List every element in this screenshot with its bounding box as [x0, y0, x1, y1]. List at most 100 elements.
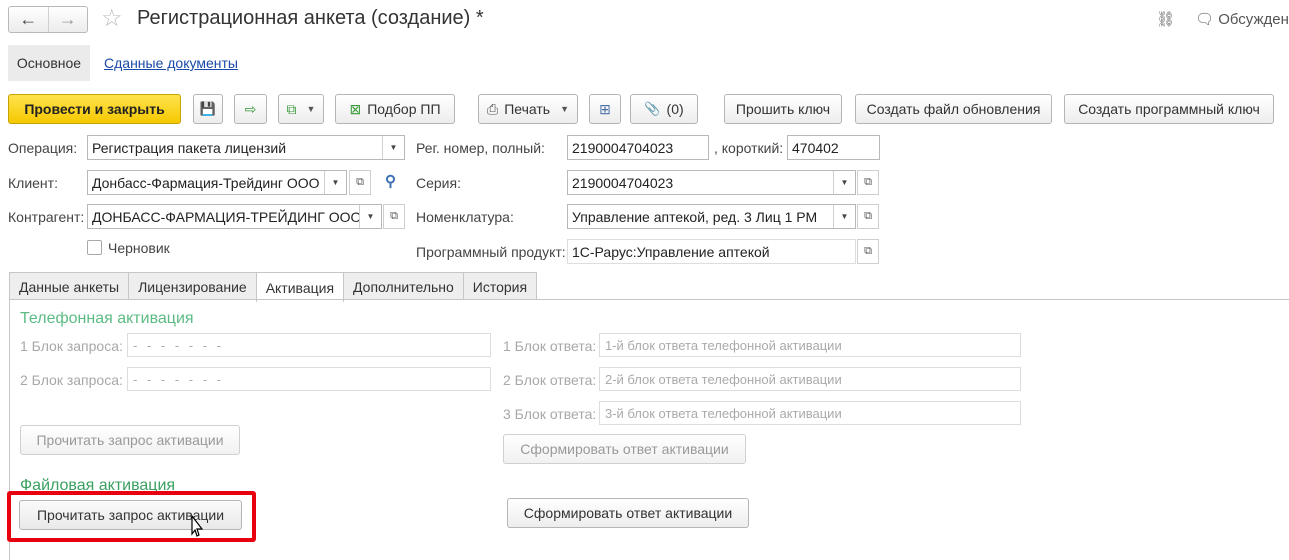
- reg-number-short-label: , короткий:: [714, 140, 784, 156]
- select-pp-button[interactable]: ⊠ Подбор ПП: [335, 94, 455, 124]
- answer-block-2-field[interactable]: 2-й блок ответа телефонной активации: [599, 367, 1021, 391]
- flash-key-button[interactable]: Прошить ключ: [724, 94, 842, 124]
- counterparty-select[interactable]: ДОНБАСС-ФАРМАЦИЯ-ТРЕЙДИНГ ООО ▼: [87, 204, 382, 229]
- reg-number-full-value: 2190004704023: [572, 139, 674, 156]
- series-label: Серия:: [416, 175, 461, 191]
- discuss-button[interactable]: 🗨 Обсуждени: [1195, 10, 1289, 28]
- selection-icon: ⊠: [349, 100, 362, 117]
- program-product-value: 1С-Рарус:Управление аптекой: [572, 243, 770, 260]
- flash-key-label: Прошить ключ: [735, 101, 831, 117]
- post-button[interactable]: ⇨: [234, 94, 267, 124]
- series-select[interactable]: 2190004704023 ▼: [567, 170, 856, 195]
- save-icon: 💾: [199, 101, 217, 116]
- nomenclature-value: Управление аптекой, ред. 3 Лиц 1 РМ: [572, 208, 818, 225]
- answer-block-1-placeholder: 1-й блок ответа телефонной активации: [605, 337, 842, 353]
- link-icon[interactable]: ⛓: [1156, 10, 1175, 28]
- form-activation-answer-file-label: Сформировать ответ активации: [523, 505, 733, 521]
- client-select[interactable]: Донбасс-Фармация-Трейдинг ООО ▼: [87, 170, 347, 195]
- form-activation-answer-phone-button[interactable]: Сформировать ответ активации: [503, 434, 746, 464]
- forward-arrow-icon[interactable]: →: [47, 7, 88, 32]
- post-and-close-label: Провести и закрыть: [24, 101, 165, 117]
- attachments-count: (0): [666, 101, 684, 117]
- save-button[interactable]: 💾: [193, 94, 223, 124]
- counterparty-value: ДОНБАСС-ФАРМАЦИЯ-ТРЕЙДИНГ ООО: [92, 208, 359, 225]
- tab-activation[interactable]: Активация: [255, 272, 345, 302]
- nav-tab-main[interactable]: Основное: [8, 45, 90, 81]
- request-block-1-label: 1 Блок запроса:: [20, 338, 123, 354]
- read-activation-request-phone-button[interactable]: Прочитать запрос активации: [20, 425, 240, 455]
- answer-block-3-field[interactable]: 3-й блок ответа телефонной активации: [599, 401, 1021, 425]
- search-icon[interactable]: ⚲: [385, 172, 396, 190]
- dropdown-arrow-icon[interactable]: ▼: [382, 136, 404, 159]
- request-block-2-value: - - - - - - -: [133, 371, 224, 387]
- chevron-down-icon: ▼: [560, 104, 569, 114]
- create-program-key-button[interactable]: Создать программный ключ: [1064, 94, 1274, 124]
- request-block-2-label: 2 Блок запроса:: [20, 372, 123, 388]
- print-button[interactable]: ⎙ Печать ▼: [478, 94, 578, 124]
- paperclip-icon: 📎: [644, 101, 661, 116]
- dropdown-arrow-icon[interactable]: ▼: [359, 205, 381, 228]
- dropdown-arrow-icon[interactable]: ▼: [324, 171, 346, 194]
- history-nav: ← →: [8, 6, 88, 33]
- answer-block-3-label: 3 Блок ответа:: [503, 406, 597, 422]
- open-client-icon[interactable]: ⧉: [349, 170, 371, 195]
- create-program-key-label: Создать программный ключ: [1078, 101, 1260, 117]
- tab-history[interactable]: История: [462, 272, 538, 300]
- answer-block-1-field[interactable]: 1-й блок ответа телефонной активации: [599, 333, 1021, 357]
- draft-label: Черновик: [108, 240, 170, 256]
- post-and-close-button[interactable]: Провести и закрыть: [8, 94, 181, 124]
- program-product-field[interactable]: 1С-Рарус:Управление аптекой: [567, 239, 856, 264]
- printer-icon: ⎙: [487, 100, 499, 117]
- dropdown-arrow-icon[interactable]: ▼: [833, 205, 855, 228]
- operation-value: Регистрация пакета лицензий: [92, 139, 287, 156]
- chat-icon: 🗨: [1195, 11, 1215, 28]
- nav-tab-submitted-documents[interactable]: Сданные документы: [104, 45, 238, 81]
- copy-icon: ⧉: [286, 100, 297, 117]
- structure-icon: ⊞: [599, 100, 611, 117]
- reg-number-full-field[interactable]: 2190004704023: [567, 135, 709, 160]
- dropdown-arrow-icon[interactable]: ▼: [833, 171, 855, 194]
- nomenclature-select[interactable]: Управление аптекой, ред. 3 Лиц 1 РМ ▼: [567, 204, 856, 229]
- form-activation-answer-file-button[interactable]: Сформировать ответ активации: [507, 498, 749, 528]
- operation-select[interactable]: Регистрация пакета лицензий ▼: [87, 135, 405, 160]
- program-product-label: Программный продукт:: [416, 244, 566, 260]
- read-activation-request-phone-label: Прочитать запрос активации: [36, 432, 224, 448]
- client-label: Клиент:: [8, 175, 58, 191]
- answer-block-3-placeholder: 3-й блок ответа телефонной активации: [605, 405, 842, 421]
- request-block-2-field[interactable]: - - - - - - -: [127, 367, 491, 391]
- select-pp-label: Подбор ПП: [367, 101, 441, 117]
- request-block-1-field[interactable]: - - - - - - -: [127, 333, 491, 357]
- favorite-star-icon[interactable]: ☆: [101, 6, 123, 32]
- attachments-button[interactable]: 📎 (0): [630, 94, 698, 124]
- highlight-box: [7, 491, 256, 542]
- counterparty-label: Контрагент:: [8, 209, 85, 225]
- form-tabs: Данные анкеты Лицензирование Активация Д…: [9, 272, 538, 302]
- mouse-pointer-icon: [191, 514, 204, 537]
- answer-block-2-label: 2 Блок ответа:: [503, 372, 597, 388]
- reg-number-short-value: 470402: [792, 139, 839, 156]
- open-counterparty-icon[interactable]: ⧉: [383, 204, 405, 229]
- answer-block-1-label: 1 Блок ответа:: [503, 338, 597, 354]
- chevron-down-icon: ▼: [306, 104, 316, 114]
- tab-additional[interactable]: Дополнительно: [343, 272, 464, 300]
- create-update-file-label: Создать файл обновления: [866, 101, 1041, 117]
- back-arrow-icon[interactable]: ←: [9, 7, 48, 32]
- reg-number-short-field[interactable]: 470402: [787, 135, 880, 160]
- window-title: Регистрационная анкета (создание) *: [137, 7, 484, 29]
- create-based-on-button[interactable]: ⧉ ▼: [278, 94, 324, 124]
- draft-checkbox[interactable]: [87, 240, 102, 255]
- print-label: Печать: [504, 101, 551, 117]
- create-update-file-button[interactable]: Создать файл обновления: [855, 94, 1052, 124]
- post-document-icon: ⇨: [244, 100, 257, 117]
- tab-questionnaire-data[interactable]: Данные анкеты: [9, 272, 130, 300]
- open-series-icon[interactable]: ⧉: [857, 170, 879, 195]
- discuss-label: Обсуждени: [1218, 11, 1289, 28]
- form-activation-answer-phone-label: Сформировать ответ активации: [520, 441, 729, 457]
- structure-button[interactable]: ⊞: [589, 94, 621, 124]
- open-program-product-icon[interactable]: ⧉: [857, 239, 879, 264]
- series-value: 2190004704023: [572, 174, 674, 191]
- tab-licensing[interactable]: Лицензирование: [128, 272, 257, 300]
- open-nomenclature-icon[interactable]: ⧉: [857, 204, 879, 229]
- reg-number-full-label: Рег. номер, полный:: [416, 140, 545, 156]
- operation-label: Операция:: [8, 140, 78, 156]
